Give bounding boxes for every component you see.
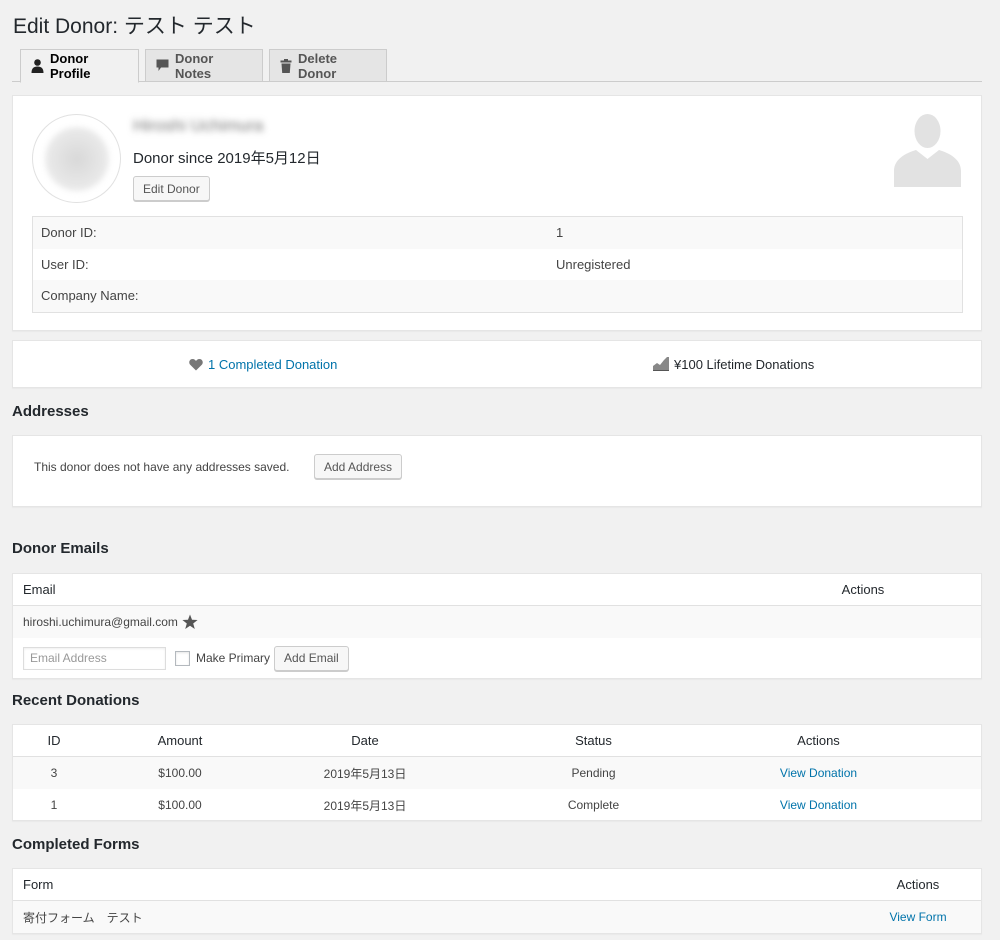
col-id: ID — [47, 733, 61, 748]
table-row: 1 $100.00 2019年5月13日 Complete View Donat… — [13, 789, 981, 821]
info-row-company-name: Company Name: — [33, 280, 962, 312]
lifetime-donations-stat: ¥100 Lifetime Donations — [653, 341, 814, 387]
avatar — [32, 114, 121, 203]
info-key: User ID: — [41, 256, 89, 272]
table-row: 3 $100.00 2019年5月13日 Pending View Donati… — [13, 757, 981, 789]
view-form-link[interactable]: View Form — [873, 910, 963, 924]
primary-star-icon — [182, 614, 198, 630]
completed-forms-heading: Completed Forms — [12, 836, 140, 853]
make-primary-label: Make Primary — [196, 651, 271, 665]
email-address: hiroshi.uchimura@gmail.com — [23, 615, 178, 629]
donor-emails-heading: Donor Emails — [12, 540, 109, 557]
tab-donor-profile[interactable]: Donor Profile — [20, 49, 139, 83]
info-value: 1 — [556, 225, 564, 241]
no-address-text: This donor does not have any addresses s… — [34, 460, 290, 474]
add-address-button[interactable]: Add Address — [314, 454, 403, 479]
view-donation-link[interactable]: View Donation — [722, 766, 915, 780]
donor-info-table: Donor ID: 1 User ID: Unregistered Compan… — [32, 216, 963, 313]
addresses-box: This donor does not have any addresses s… — [12, 435, 982, 507]
donor-silhouette-icon — [894, 113, 961, 190]
table-header: Email Actions — [13, 574, 981, 606]
table-header: ID Amount Date Status Actions — [13, 725, 981, 757]
donation-id: 1 — [50, 798, 58, 812]
info-key: Donor ID: — [41, 225, 97, 241]
info-key: Company Name: — [41, 288, 139, 304]
donor-name: Hiroshi Uchimura — [133, 116, 264, 135]
recent-donations-heading: Recent Donations — [12, 692, 140, 709]
email-address-input[interactable]: Email Address — [23, 646, 166, 670]
col-amount: Amount — [157, 733, 203, 748]
add-email-button[interactable]: Add Email — [274, 645, 349, 671]
table-row: 寄付フォーム テスト View Form — [13, 901, 981, 933]
donor-stats-box: 1 Completed Donation ¥100 Lifetime Donat… — [12, 340, 982, 388]
col-status: Status — [575, 733, 612, 748]
completed-donations-link[interactable]: 1 Completed Donation — [208, 357, 337, 372]
lifetime-donations-text: ¥100 Lifetime Donations — [674, 356, 815, 372]
tab-delete-donor[interactable]: Delete Donor — [269, 49, 387, 82]
col-actions: Actions — [841, 582, 885, 597]
col-actions: Actions — [797, 733, 840, 748]
tab-label: Delete Donor — [298, 50, 338, 81]
col-form: Form — [23, 877, 54, 892]
donor-since: Donor since 2019年5月12日 — [133, 150, 321, 167]
col-date: Date — [351, 733, 379, 748]
view-donation-link[interactable]: View Donation — [722, 798, 915, 812]
info-row-donor-id: Donor ID: 1 — [33, 217, 962, 249]
donor-emails-table: Email Actions hiroshi.uchimura@gmail.com… — [12, 573, 982, 679]
donor-profile-box: Hiroshi Uchimura Donor since 2019年5月12日 … — [12, 95, 982, 331]
speech-bubble-icon — [156, 59, 169, 72]
addresses-heading: Addresses — [12, 403, 89, 420]
donation-date: 2019年5月13日 — [323, 798, 407, 813]
table-header: Form Actions — [13, 869, 981, 901]
donation-status: Pending — [571, 766, 616, 780]
completed-forms-table: Form Actions 寄付フォーム テスト View Form — [12, 868, 982, 934]
tab-label: Donor Profile — [50, 51, 91, 81]
col-email: Email — [23, 582, 56, 597]
recent-donations-table: ID Amount Date Status Actions 3 $100.00 … — [12, 724, 982, 821]
info-value: Unregistered — [556, 256, 631, 272]
donation-amount: $100.00 — [158, 798, 202, 812]
heart-icon — [189, 358, 203, 371]
tab-label: Donor Notes — [175, 50, 214, 81]
table-row: hiroshi.uchimura@gmail.com — [13, 606, 981, 638]
make-primary-checkbox[interactable] — [175, 650, 190, 666]
person-icon — [31, 59, 44, 73]
donation-date: 2019年5月13日 — [323, 766, 407, 781]
trash-icon — [280, 58, 292, 73]
donation-status: Complete — [567, 798, 620, 812]
donation-amount: $100.00 — [158, 766, 202, 780]
donation-id: 3 — [50, 766, 58, 780]
form-name: 寄付フォーム テスト — [23, 910, 143, 925]
completed-donations-stat[interactable]: 1 Completed Donation — [189, 341, 337, 387]
add-email-row: Email Address Make Primary Add Email — [13, 638, 981, 678]
tab-donor-notes[interactable]: Donor Notes — [145, 49, 263, 82]
page-title: Edit Donor: テスト テスト — [13, 15, 256, 38]
chart-icon — [653, 357, 669, 371]
col-actions: Actions — [896, 877, 940, 892]
edit-donor-button[interactable]: Edit Donor — [133, 176, 210, 201]
tab-bar: Donor Profile Donor Notes Delete Donor — [12, 49, 982, 83]
info-row-user-id: User ID: Unregistered — [33, 249, 962, 281]
